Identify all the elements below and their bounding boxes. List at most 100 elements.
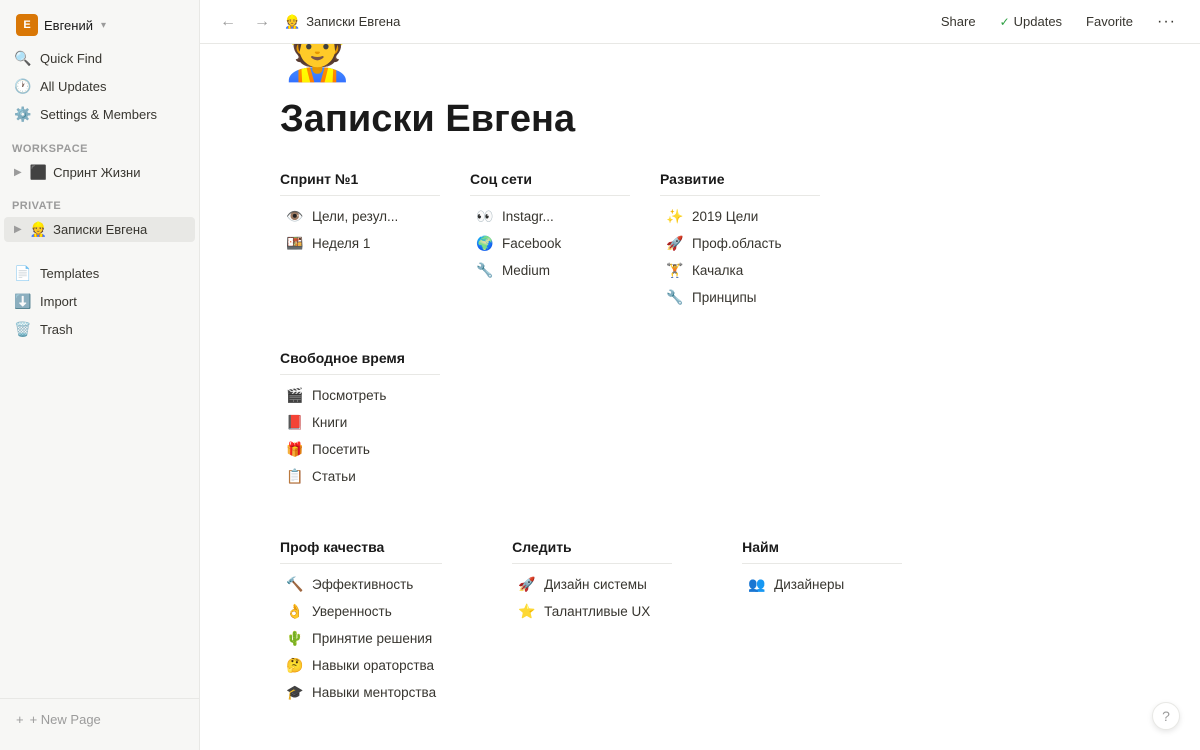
item-icon: 🔧 bbox=[476, 262, 496, 279]
list-item[interactable]: 🤔 Навыки ораторства bbox=[280, 653, 442, 678]
list-item[interactable]: 📋 Статьи bbox=[280, 464, 440, 489]
updates-label: Updates bbox=[1014, 14, 1062, 29]
list-item[interactable]: ✨ 2019 Цели bbox=[660, 204, 820, 229]
list-item[interactable]: 🏋️ Качалка bbox=[660, 258, 820, 283]
section-naim: Найм 👥 Дизайнеры bbox=[742, 539, 902, 705]
sections-grid-row2: Проф качества 🔨 Эффективность 👌 Уверенно… bbox=[280, 539, 1020, 745]
item-label: Эффективность bbox=[312, 577, 413, 592]
private-section-label: PRIVATE bbox=[0, 186, 199, 216]
list-item[interactable]: 👀 Instagr... bbox=[470, 204, 630, 229]
user-menu[interactable]: Е Евгений ▾ bbox=[8, 10, 191, 40]
updates-button[interactable]: ✓ Updates bbox=[992, 10, 1070, 33]
list-item[interactable]: 🔨 Эффективность bbox=[280, 572, 442, 597]
item-label: Навыки менторства bbox=[312, 685, 436, 700]
item-label: Facebook bbox=[502, 236, 561, 251]
list-item[interactable]: 📕 Книги bbox=[280, 410, 440, 435]
list-item[interactable]: 🎬 Посмотреть bbox=[280, 383, 440, 408]
sidebar-item-quick-find[interactable]: 🔍 Quick Find bbox=[4, 45, 195, 72]
section-title-razvitie: Развитие bbox=[660, 171, 820, 196]
sidebar-item-sprint-life[interactable]: ▶ ⬛ Спринт Жизни bbox=[4, 160, 195, 185]
main-content: ← → 👷 Записки Евгена Share ✓ Updates Fav… bbox=[200, 0, 1200, 750]
item-icon: 🔨 bbox=[286, 576, 306, 593]
page-title: Записки Евгена bbox=[280, 97, 1020, 143]
topbar: ← → 👷 Записки Евгена Share ✓ Updates Fav… bbox=[200, 0, 1200, 44]
item-icon: 🔧 bbox=[666, 289, 686, 306]
section-items-soc-seti: 👀 Instagr... 🌍 Facebook 🔧 Medium bbox=[470, 204, 630, 283]
list-item[interactable]: 👁️ Цели, резул... bbox=[280, 204, 440, 229]
sidebar-item-label: Settings & Members bbox=[40, 107, 157, 122]
list-item[interactable]: 👌 Уверенность bbox=[280, 599, 442, 624]
list-item[interactable]: 🍱 Неделя 1 bbox=[280, 231, 440, 256]
sidebar-menu: 🔍 Quick Find 🕐 All Updates ⚙️ Settings &… bbox=[0, 44, 199, 129]
item-label: Посмотреть bbox=[312, 388, 386, 403]
search-icon: 🔍 bbox=[14, 50, 32, 67]
help-button[interactable]: ? bbox=[1152, 702, 1180, 730]
section-items-sledit: 🚀 Дизайн системы ⭐ Талантливые UX bbox=[512, 572, 672, 624]
sidebar: Е Евгений ▾ 🔍 Quick Find 🕐 All Updates ⚙… bbox=[0, 0, 200, 750]
item-label: Посетить bbox=[312, 442, 370, 457]
section-soc-seti: Соц сети 👀 Instagr... 🌍 Facebook 🔧 Mediu… bbox=[470, 171, 630, 310]
topbar-right: Share ✓ Updates Favorite ··· bbox=[933, 9, 1184, 35]
item-label: Качалка bbox=[692, 263, 743, 278]
sidebar-item-label: Trash bbox=[40, 322, 73, 337]
section-title-sledit: Следить bbox=[512, 539, 672, 564]
favorite-button[interactable]: Favorite bbox=[1078, 10, 1141, 33]
list-item[interactable]: 🎁 Посетить bbox=[280, 437, 440, 462]
list-item[interactable]: 🌍 Facebook bbox=[470, 231, 630, 256]
sidebar-item-trash[interactable]: 🗑️ Trash bbox=[4, 316, 195, 343]
item-label: Книги bbox=[312, 415, 347, 430]
section-title-naim: Найм bbox=[742, 539, 902, 564]
zametki-icon: 👷 bbox=[30, 221, 47, 238]
sidebar-item-import[interactable]: ⬇️ Import bbox=[4, 288, 195, 315]
arrow-icon: ▶ bbox=[14, 167, 22, 178]
share-button[interactable]: Share bbox=[933, 10, 984, 33]
forward-button[interactable]: → bbox=[250, 11, 274, 33]
workspace-section-label: WORKSPACE bbox=[0, 129, 199, 159]
item-label: Навыки ораторства bbox=[312, 658, 434, 673]
item-icon: 👥 bbox=[748, 576, 768, 593]
sidebar-item-all-updates[interactable]: 🕐 All Updates bbox=[4, 73, 195, 100]
section-items-razvitie: ✨ 2019 Цели 🚀 Проф.область 🏋️ Качалка 🔧 … bbox=[660, 204, 820, 310]
list-item[interactable]: 🔧 Medium bbox=[470, 258, 630, 283]
sidebar-item-templates[interactable]: 📄 Templates bbox=[4, 260, 195, 287]
list-item[interactable]: 🔧 Принципы bbox=[660, 285, 820, 310]
back-button[interactable]: ← bbox=[216, 11, 240, 33]
item-icon: ⭐ bbox=[518, 603, 538, 620]
sidebar-item-settings[interactable]: ⚙️ Settings & Members bbox=[4, 101, 195, 128]
section-sprint1: Спринт №1 👁️ Цели, резул... 🍱 Неделя 1 bbox=[280, 171, 440, 310]
item-icon: 👌 bbox=[286, 603, 306, 620]
breadcrumb-icon: 👷 bbox=[284, 14, 300, 30]
more-button[interactable]: ··· bbox=[1149, 9, 1184, 35]
section-title-svobodnoe-vremya: Свободное время bbox=[280, 350, 440, 375]
sprint-life-icon: ⬛ bbox=[30, 164, 47, 181]
section-items-sprint1: 👁️ Цели, резул... 🍱 Неделя 1 bbox=[280, 204, 440, 256]
item-icon: 🎓 bbox=[286, 684, 306, 701]
item-label: Цели, резул... bbox=[312, 209, 398, 224]
item-icon: 📕 bbox=[286, 414, 306, 431]
clock-icon: 🕐 bbox=[14, 78, 32, 95]
list-item[interactable]: ⭐ Талантливые UX bbox=[512, 599, 672, 624]
sidebar-item-label: Import bbox=[40, 294, 77, 309]
section-title-soc-seti: Соц сети bbox=[470, 171, 630, 196]
item-label: Дизайн системы bbox=[544, 577, 647, 592]
list-item[interactable]: 👥 Дизайнеры bbox=[742, 572, 902, 597]
sidebar-item-zametki[interactable]: ▶ 👷 Записки Евгена bbox=[4, 217, 195, 242]
item-icon: 🎁 bbox=[286, 441, 306, 458]
sidebar-bottom-section: 📄 Templates ⬇️ Import 🗑️ Trash bbox=[0, 259, 199, 344]
breadcrumb: 👷 Записки Евгена bbox=[284, 14, 400, 30]
list-item[interactable]: 🚀 Проф.область bbox=[660, 231, 820, 256]
section-razvitie: Развитие ✨ 2019 Цели 🚀 Проф.область 🏋️ К… bbox=[660, 171, 820, 310]
section-items-naim: 👥 Дизайнеры bbox=[742, 572, 902, 597]
list-item[interactable]: 🎓 Навыки менторства bbox=[280, 680, 442, 705]
item-icon: 👀 bbox=[476, 208, 496, 225]
list-item[interactable]: 🌵 Принятие решения bbox=[280, 626, 442, 651]
item-icon: 🌍 bbox=[476, 235, 496, 252]
section-sledit: Следить 🚀 Дизайн системы ⭐ Талантливые U… bbox=[512, 539, 672, 705]
breadcrumb-title: Записки Евгена bbox=[306, 14, 400, 29]
new-page-button[interactable]: + + New Page bbox=[8, 707, 191, 732]
list-item[interactable]: 🚀 Дизайн системы bbox=[512, 572, 672, 597]
item-label: Проф.область bbox=[692, 236, 782, 251]
user-avatar: Е bbox=[16, 14, 38, 36]
user-chevron: ▾ bbox=[101, 20, 106, 31]
item-label: Instagr... bbox=[502, 209, 554, 224]
